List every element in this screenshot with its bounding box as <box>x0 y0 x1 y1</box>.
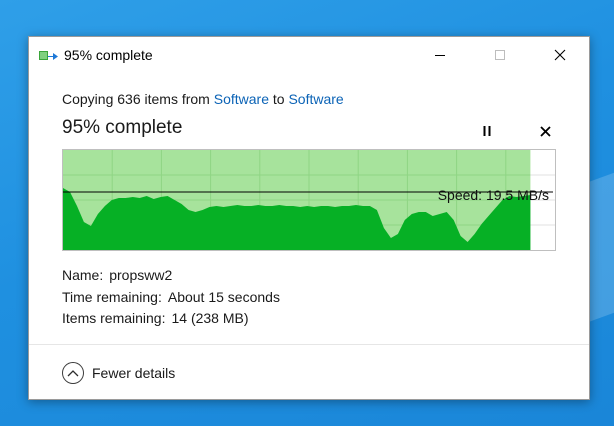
chevron-up-icon <box>62 362 84 384</box>
maximize-button[interactable] <box>477 37 523 73</box>
close-icon <box>539 125 551 137</box>
maximize-icon <box>495 50 505 60</box>
items-remaining-label: Items remaining: <box>62 310 166 326</box>
fewer-details-label: Fewer details <box>92 365 176 381</box>
items-remaining-value: 14 (238 MB) <box>171 310 249 326</box>
name-value: propsww2 <box>109 267 173 283</box>
transfer-speed-graph: Speed: 19.5 MB/s <box>62 149 556 251</box>
copy-middle-text: to <box>268 91 289 107</box>
copy-summary: Copying 636 items from Software to Softw… <box>62 91 344 107</box>
minimize-icon <box>435 54 445 56</box>
copy-prefix-text: Copying 636 items from <box>62 91 214 107</box>
name-row: Name: propsww2 <box>62 265 280 287</box>
time-remaining-label: Time remaining: <box>62 288 162 305</box>
progress-heading: 95% complete <box>62 117 183 138</box>
title-bar[interactable]: 95% complete <box>29 37 589 75</box>
transfer-details: Name: propsww2 Time remaining: About 15 se… <box>62 265 280 330</box>
destination-folder-link[interactable]: Software <box>288 91 343 107</box>
window-title: 95% complete <box>64 47 153 63</box>
close-icon <box>554 49 566 61</box>
time-remaining-row: Time remaining: About 15 seconds <box>62 287 280 309</box>
footer-divider <box>29 344 589 345</box>
items-remaining-row: Items remaining: 14 (238 MB) <box>62 308 280 330</box>
speed-label: Speed: 19.5 MB/s <box>437 187 549 203</box>
file-copy-icon <box>39 49 59 63</box>
fewer-details-toggle[interactable]: Fewer details <box>62 361 175 385</box>
minimize-button[interactable] <box>417 37 463 73</box>
cancel-copy-button[interactable] <box>535 121 555 141</box>
time-remaining-value: About 15 seconds <box>167 288 280 305</box>
source-folder-link[interactable]: Software <box>214 91 269 107</box>
pause-button[interactable] <box>477 121 497 141</box>
close-window-button[interactable] <box>537 37 583 73</box>
name-label: Name: <box>62 267 104 283</box>
copy-progress-dialog: 95% complete Copying 636 items from Soft… <box>28 36 590 400</box>
pause-icon <box>483 126 491 136</box>
